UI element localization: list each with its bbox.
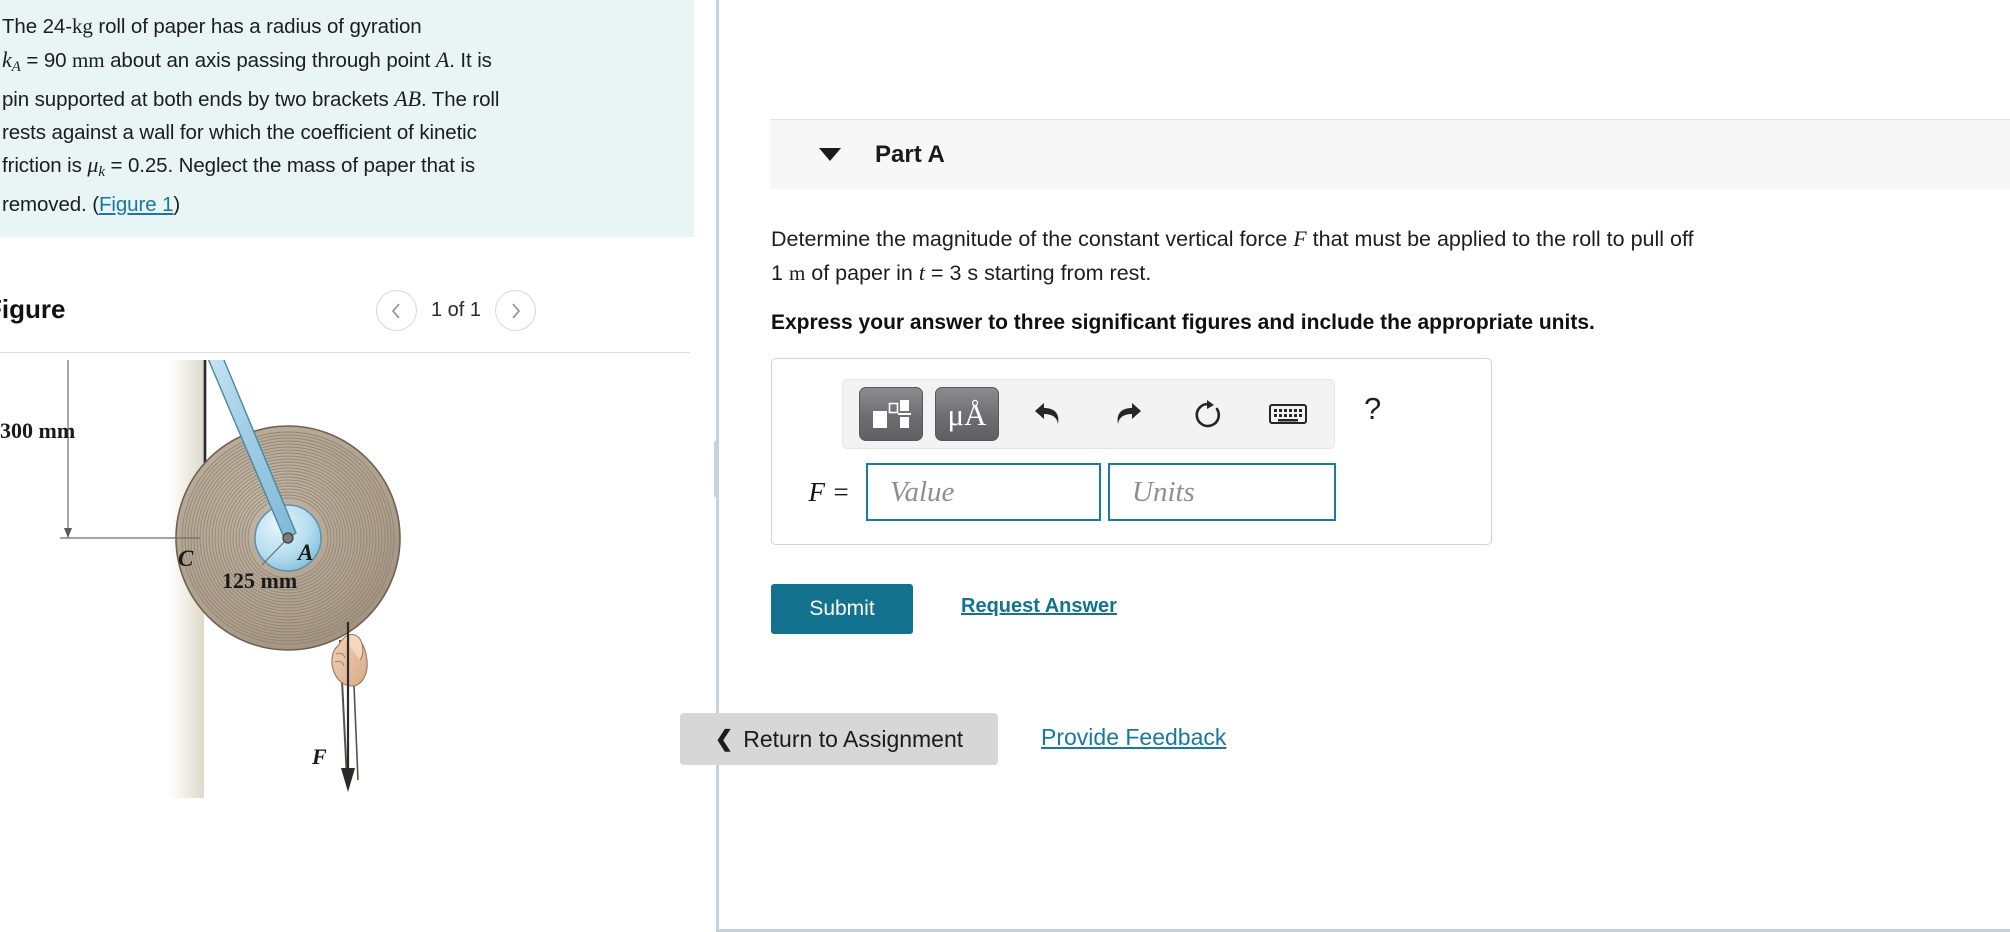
figure-counter: 1 of 1	[430, 299, 481, 321]
k-value: = 90	[20, 48, 73, 72]
pin-A	[282, 532, 294, 544]
problem-line5-a: friction is	[2, 154, 88, 178]
help-icon[interactable]: ?	[1364, 391, 1381, 427]
symbol-k-subscript: A	[11, 58, 21, 75]
redo-glyph	[1117, 403, 1141, 424]
problem-line4: rests against a wall for which the coeff…	[2, 120, 477, 144]
symbol-k: k	[2, 46, 12, 72]
problem-line5-b: = 0.25. Neglect the mass of paper that i…	[104, 154, 476, 178]
units-placeholder: Units	[1132, 475, 1195, 508]
figure-header: Figure 1 of 1	[0, 290, 718, 352]
label-F: F	[311, 744, 327, 769]
problem-line6-b: )	[173, 192, 181, 216]
part-a-header[interactable]: Part A	[770, 119, 2010, 189]
provide-feedback-link[interactable]: Provide Feedback	[1041, 724, 1226, 751]
question-part-1a: Determine the magnitude of the constant …	[771, 227, 1294, 251]
figure-divider	[0, 352, 690, 353]
figure-1-link[interactable]: Figure 1	[99, 193, 174, 216]
keyboard-icon[interactable]	[1257, 387, 1319, 441]
point-A-label: A	[435, 46, 450, 72]
value-placeholder: Value	[890, 475, 955, 508]
math-template-icon[interactable]	[859, 387, 923, 441]
request-answer-link[interactable]: Request Answer	[961, 595, 1117, 618]
question-symbol-F: F	[1293, 226, 1307, 251]
keyboard-glyph	[1269, 404, 1307, 424]
label-C: C	[178, 546, 194, 571]
reset-icon[interactable]	[1177, 387, 1239, 441]
problem-page: The 24-kg roll of paper has a radius of …	[0, 0, 2010, 932]
problem-line1-b: roll of paper has a radius of gyration	[92, 15, 422, 38]
answer-field-row: F = Value Units	[790, 463, 1490, 521]
right-panel: Part A Determine the magnitude of the co…	[680, 0, 2010, 932]
problem-line3-a: pin supported at both ends by two bracke…	[2, 88, 395, 112]
caret-down-icon[interactable]	[819, 148, 841, 161]
force-arrow-F: F	[311, 622, 355, 792]
problem-line2-c: . It is	[449, 48, 492, 72]
roll-group	[175, 425, 401, 781]
answer-instruction: Express your answer to three significant…	[771, 311, 1595, 334]
figure-navigation: 1 of 1	[375, 290, 536, 331]
left-panel: The 24-kg roll of paper has a radius of …	[0, 0, 718, 932]
reset-glyph	[1195, 400, 1221, 428]
figure-diagram: B A C 300 mm 125 mm F	[0, 314, 718, 932]
figure-title: Figure	[0, 294, 66, 324]
problem-line3-b: . The roll	[420, 88, 500, 112]
answer-variable-label: F =	[808, 476, 850, 507]
brackets-AB-label: AB	[394, 86, 421, 112]
label-A: A	[296, 540, 313, 565]
unit-m: m	[788, 261, 806, 285]
units-input[interactable]: Units	[1108, 463, 1336, 521]
greek-units-icon[interactable]: μÅ	[935, 387, 999, 441]
return-to-assignment-label: Return to Assignment	[743, 725, 964, 752]
problem-line1-a: The 24-	[2, 15, 72, 38]
figure-next-button[interactable]	[495, 290, 536, 331]
submit-button[interactable]: Submit	[771, 584, 913, 634]
greek-units-label: μÅ	[947, 396, 987, 432]
answer-entry-box: μÅ ? F = Value Units	[771, 358, 1492, 545]
math-template-glyph	[873, 400, 911, 428]
part-a-label: Part A	[875, 140, 945, 168]
figure-prev-button[interactable]	[375, 290, 417, 331]
unit-mm: mm	[72, 47, 105, 72]
unit-kg: kg	[71, 14, 93, 38]
problem-text: The 24-kg roll of paper has a radius of …	[2, 10, 680, 221]
math-toolbar: μÅ	[842, 379, 1335, 449]
hand-icon	[331, 633, 368, 687]
chevron-left-icon	[391, 302, 400, 319]
label-125mm: 125 mm	[222, 568, 297, 593]
problem-line2-b: about an axis passing through point	[104, 48, 436, 72]
question-part-2b: of paper in	[805, 261, 919, 285]
paper-roll-diagram: B A C 300 mm 125 mm F	[0, 314, 401, 798]
help-label: ?	[1364, 391, 1382, 426]
question-part-2a: 1	[771, 261, 789, 285]
problem-statement: The 24-kg roll of paper has a radius of …	[0, 0, 694, 238]
question-part-1b: that must be applied to the roll to pull…	[1306, 227, 1694, 251]
question-part-2c: = 3 s starting from rest.	[924, 261, 1152, 285]
label-300mm: 300 mm	[0, 418, 75, 443]
undo-glyph	[1035, 403, 1059, 424]
problem-line6-a: removed. (	[2, 192, 99, 216]
question-text: Determine the magnitude of the constant …	[771, 222, 1921, 290]
redo-icon[interactable]	[1097, 387, 1159, 441]
symbol-mu: μ	[87, 152, 99, 178]
undo-icon[interactable]	[1017, 387, 1079, 441]
return-to-assignment-button[interactable]: ❮ Return to Assignment	[680, 713, 998, 765]
value-input[interactable]: Value	[866, 463, 1101, 521]
chevron-left-icon: ❮	[714, 726, 734, 751]
chevron-right-icon	[512, 302, 521, 319]
